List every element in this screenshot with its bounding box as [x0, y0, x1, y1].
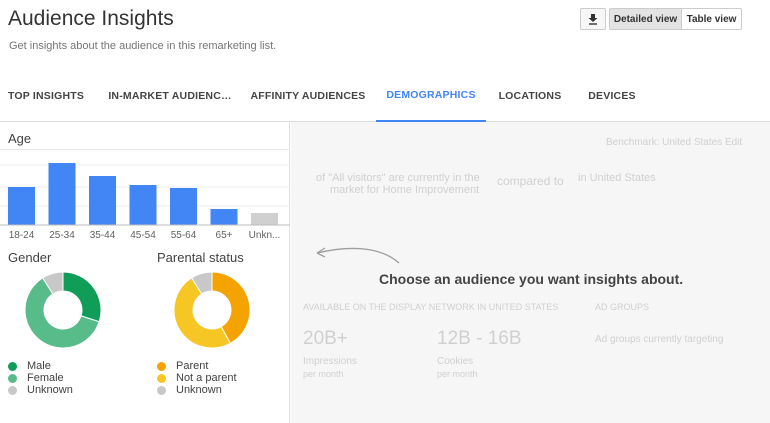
- page-subtitle: Get insights about the audience in this …: [9, 40, 277, 52]
- view-toggle: Detailed view Table view: [609, 8, 742, 30]
- age-tick-label: 18-24: [9, 230, 35, 241]
- legend-dot-not-a-parent: [157, 373, 166, 383]
- legend-label-parent: Parent: [176, 360, 209, 372]
- legend-item-parental-unknown: Unknown: [157, 384, 237, 396]
- gender-slice-male[interactable]: [62, 271, 102, 323]
- cookies-sub: per month: [437, 369, 478, 379]
- available-heading: AVAILABLE ON THE DISPLAY NETWORK IN UNIT…: [303, 302, 559, 312]
- legend-item-male: Male: [8, 360, 73, 372]
- legend-dot-female: [8, 373, 17, 383]
- age-tick-label: 65+: [216, 230, 233, 241]
- header: Audience Insights Get insights about the…: [0, 0, 770, 70]
- legend-dot-parental-unknown: [157, 385, 166, 395]
- table-view-button[interactable]: Table view: [682, 8, 742, 30]
- benchmark-text: Benchmark: United States Edit: [606, 137, 743, 148]
- age-bar-chart: 18-24 25-34 35-44 45-54 55-64 65+ Unkn...: [0, 163, 290, 241]
- gender-donut-chart: [24, 271, 102, 349]
- age-bar-2[interactable]: [48, 163, 76, 225]
- download-icon: [588, 13, 598, 25]
- legend-label-female: Female: [27, 372, 64, 384]
- page-title: Audience Insights: [8, 7, 174, 30]
- legend-label-gender-unknown: Unknown: [27, 384, 73, 396]
- impressions-value: 20B+: [303, 328, 348, 349]
- gender-legend: Male Female Unknown: [8, 360, 73, 396]
- age-bar-4[interactable]: [129, 185, 157, 225]
- legend-label-not-a-parent: Not a parent: [176, 372, 237, 384]
- tab-demographics[interactable]: DEMOGRAPHICS: [376, 70, 486, 122]
- age-bar-1[interactable]: [8, 187, 35, 225]
- market-for-text: market for Home Improvement: [330, 184, 480, 196]
- age-tick-label: 55-64: [171, 230, 197, 241]
- age-tick-label: 35-44: [90, 230, 116, 241]
- legend-dot-male: [8, 361, 17, 371]
- compared-to-text: compared to: [497, 174, 564, 188]
- all-visitors-text: of "All visitors" are currently in the: [316, 172, 480, 184]
- age-bar-7[interactable]: [251, 213, 278, 225]
- parental-status-donut-chart: [173, 271, 251, 349]
- tab-bar: TOP INSIGHTS IN-MARKET AUDIENC… AFFINITY…: [0, 70, 770, 122]
- age-bar-3[interactable]: [89, 176, 116, 225]
- gender-heading: Gender: [8, 250, 52, 265]
- parental-legend: Parent Not a parent Unknown: [157, 360, 237, 396]
- impressions-sub: per month: [303, 369, 344, 379]
- age-tick-label: Unkn...: [249, 230, 281, 241]
- tab-top-insights[interactable]: TOP INSIGHTS: [0, 70, 92, 122]
- age-tick-label: 25-34: [49, 230, 75, 241]
- tab-devices[interactable]: DEVICES: [580, 70, 644, 122]
- age-bar-6[interactable]: [210, 209, 238, 225]
- ad-groups-targeting-text: Ad groups currently targeting: [595, 334, 724, 345]
- legend-label-parental-unknown: Unknown: [176, 384, 222, 396]
- legend-dot-gender-unknown: [8, 385, 17, 395]
- in-united-states-text: in United States: [578, 172, 656, 184]
- detailed-view-button[interactable]: Detailed view: [609, 8, 682, 30]
- impressions-label: Impressions: [303, 356, 357, 367]
- legend-label-male: Male: [27, 360, 51, 372]
- arrow-left-icon: [316, 247, 400, 264]
- cookies-value: 12B - 16B: [437, 328, 522, 349]
- choose-audience-prompt: Choose an audience you want insights abo…: [379, 271, 684, 287]
- legend-dot-parent: [157, 361, 166, 371]
- age-heading: Age: [8, 131, 32, 146]
- parental-status-heading: Parental status: [157, 250, 244, 265]
- age-tick-label: 45-54: [130, 230, 156, 241]
- legend-item-not-a-parent: Not a parent: [157, 372, 237, 384]
- legend-item-female: Female: [8, 372, 73, 384]
- age-bar-5[interactable]: [170, 188, 197, 225]
- tab-in-market-audiences[interactable]: IN-MARKET AUDIENC…: [108, 70, 231, 122]
- download-button[interactable]: [580, 8, 606, 30]
- ad-groups-heading: AD GROUPS: [595, 302, 650, 312]
- tab-locations[interactable]: LOCATIONS: [494, 70, 566, 122]
- legend-item-parent: Parent: [157, 360, 237, 372]
- legend-item-gender-unknown: Unknown: [8, 384, 73, 396]
- tab-affinity-audiences[interactable]: AFFINITY AUDIENCES: [250, 70, 366, 122]
- cookies-label: Cookies: [437, 356, 474, 367]
